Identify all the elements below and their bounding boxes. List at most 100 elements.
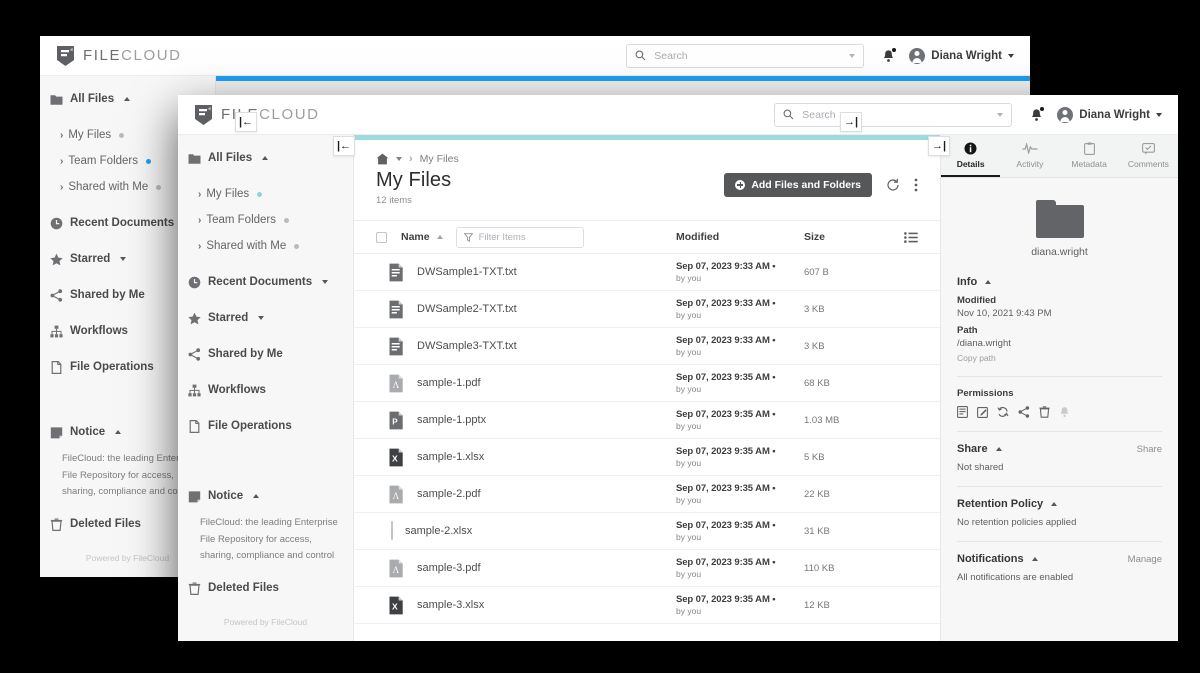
search-icon <box>635 50 646 61</box>
delete-icon[interactable] <box>1039 406 1050 418</box>
home-icon[interactable] <box>376 153 389 165</box>
table-row[interactable]: DWSample3-TXT.txt Sep 07, 2023 9:33 AM •… <box>354 328 940 365</box>
bell-icon[interactable] <box>1030 106 1045 122</box>
table-row[interactable]: X sample-1.xlsx Sep 07, 2023 9:35 AM • b… <box>354 439 940 476</box>
sidebar-item-starred[interactable]: Starred <box>178 305 353 331</box>
more-vertical-icon[interactable] <box>914 178 918 192</box>
add-files-and-folders-button[interactable]: Add Files and Folders <box>724 173 872 197</box>
sidebar-collapse-button[interactable]: |← <box>333 136 355 156</box>
file-name-cell[interactable]: DWSample1-TXT.txt <box>376 263 676 282</box>
sidebar-item-shared-with-me[interactable]: › Shared with Me <box>178 233 353 259</box>
sidebar-item-my-files[interactable]: › My Files <box>178 181 353 207</box>
chevron-down-icon[interactable] <box>997 112 1004 117</box>
chevron-down-icon[interactable] <box>396 157 402 161</box>
sidebar-collapse-button[interactable]: |← <box>235 112 257 132</box>
sidebar-item-workflows[interactable]: Workflows <box>178 377 353 403</box>
search-input[interactable]: Search <box>774 102 1013 127</box>
sidebar-item-notice[interactable]: Notice <box>178 483 353 509</box>
file-name-cell[interactable]: P sample-1.pptx <box>376 411 676 430</box>
file-name-cell[interactable]: Λ sample-1.pdf <box>376 374 676 393</box>
file-name-cell[interactable]: Λ sample-2.pdf <box>376 485 676 504</box>
share-action-button[interactable]: Share <box>1137 444 1162 455</box>
sidebar-item-file-operations[interactable]: File Operations <box>178 413 353 439</box>
file-size: 12 KB <box>804 599 830 611</box>
notifications-title[interactable]: Notifications <box>957 553 1024 565</box>
svg-text:X: X <box>392 453 398 463</box>
foreground-window[interactable]: FILECLOUD Search Diana Wright <box>178 95 1178 641</box>
sidebar-item-label: Shared with Me <box>68 181 149 193</box>
retention-title[interactable]: Retention Policy <box>957 498 1043 510</box>
file-modified-cell: Sep 07, 2023 9:33 AM • by you <box>676 298 804 320</box>
file-modified-by: by you <box>676 606 702 616</box>
details-collapse-button[interactable]: →| <box>840 112 862 132</box>
file-size: 68 KB <box>804 377 830 389</box>
file-modified-cell: Sep 07, 2023 9:35 AM • by you <box>676 594 804 616</box>
xlsx-file-icon: X <box>388 596 405 615</box>
chevron-down-icon[interactable] <box>849 53 856 58</box>
file-name-cell[interactable]: X sample-1.xlsx <box>376 448 676 467</box>
status-dot <box>257 191 263 197</box>
permissions-icons <box>957 406 1162 418</box>
column-modified-label[interactable]: Modified <box>676 231 804 243</box>
tab-comments[interactable]: Comments <box>1119 135 1178 177</box>
file-name-cell[interactable]: sample-2.xlsx <box>376 521 676 540</box>
table-row[interactable]: sample-2.xlsx Sep 07, 2023 9:35 AM • by … <box>354 513 940 550</box>
view-toggle-button[interactable] <box>896 231 918 243</box>
modified-label: Modified <box>957 295 997 306</box>
folder-name: diana.wright <box>1031 246 1088 258</box>
table-row[interactable]: X sample-3.xlsx Sep 07, 2023 9:35 AM • b… <box>354 587 940 624</box>
breadcrumb-current[interactable]: My Files <box>420 153 459 165</box>
share-icon[interactable] <box>1018 406 1030 418</box>
caret-up-icon <box>124 97 131 101</box>
sidebar-item-all-files[interactable]: All Files <box>178 145 353 171</box>
sort-asc-icon[interactable] <box>436 235 443 239</box>
refresh-icon[interactable] <box>886 178 900 192</box>
search-placeholder: Search <box>654 49 688 62</box>
file-name: sample-3.pdf <box>417 562 481 574</box>
alert-icon <box>1059 406 1070 418</box>
file-name: DWSample2-TXT.txt <box>417 303 517 315</box>
sync-icon[interactable] <box>997 406 1009 418</box>
file-modified: Sep 07, 2023 9:35 AM • <box>676 372 776 383</box>
table-row[interactable]: DWSample1-TXT.txt Sep 07, 2023 9:33 AM •… <box>354 254 940 291</box>
table-row[interactable]: Λ sample-3.pdf Sep 07, 2023 9:35 AM • by… <box>354 550 940 587</box>
file-size: 22 KB <box>804 488 830 500</box>
sidebar-item-shared-by-me[interactable]: Shared by Me <box>178 341 353 367</box>
file-name-cell[interactable]: Λ sample-3.pdf <box>376 559 676 578</box>
copy-path-button[interactable]: Copy path <box>957 353 1162 363</box>
sidebar-item-label: Team Folders <box>206 214 277 226</box>
write-icon[interactable] <box>977 406 988 418</box>
user-menu[interactable]: Diana Wright <box>909 47 1014 64</box>
filter-items-input[interactable]: Filter Items <box>455 226 584 248</box>
read-icon[interactable] <box>957 406 968 418</box>
file-modified: Sep 07, 2023 9:33 AM • <box>676 261 776 272</box>
notifications-manage-button[interactable]: Manage <box>1128 554 1162 565</box>
table-row[interactable]: Λ sample-2.pdf Sep 07, 2023 9:35 AM • by… <box>354 476 940 513</box>
table-row[interactable]: Λ sample-1.pdf Sep 07, 2023 9:35 AM • by… <box>354 365 940 402</box>
file-name-cell[interactable]: X sample-3.xlsx <box>376 596 676 615</box>
sidebar-item-team-folders[interactable]: › Team Folders <box>178 207 353 233</box>
file-operations-icon <box>50 360 63 374</box>
info-section-header[interactable]: Info <box>957 276 1162 288</box>
sidebar-item-recent-documents[interactable]: Recent Documents <box>178 269 353 295</box>
file-name-cell[interactable]: DWSample2-TXT.txt <box>376 300 676 319</box>
tab-activity[interactable]: Activity <box>1000 135 1059 177</box>
search-input[interactable]: Search <box>626 43 865 68</box>
status-dot <box>146 158 152 164</box>
table-row[interactable]: P sample-1.pptx Sep 07, 2023 9:35 AM • b… <box>354 402 940 439</box>
file-modified-by: by you <box>676 421 702 431</box>
sidebar-item-deleted-files[interactable]: Deleted Files <box>178 575 353 601</box>
caret-up-icon <box>1031 557 1038 561</box>
bell-icon[interactable] <box>882 47 897 63</box>
user-menu[interactable]: Diana Wright <box>1057 106 1162 123</box>
brand-logo[interactable]: FILECLOUD <box>56 45 182 67</box>
table-row[interactable]: DWSample2-TXT.txt Sep 07, 2023 9:33 AM •… <box>354 291 940 328</box>
column-name-label[interactable]: Name <box>401 231 430 243</box>
file-name-cell[interactable]: DWSample3-TXT.txt <box>376 337 676 356</box>
select-all-checkbox[interactable] <box>376 231 387 243</box>
caret-down-icon <box>258 316 265 320</box>
details-collapse-button[interactable]: →| <box>928 136 950 156</box>
column-size-label[interactable]: Size <box>804 231 896 243</box>
tab-metadata[interactable]: Metadata <box>1060 135 1119 177</box>
share-title[interactable]: Share <box>957 443 988 455</box>
